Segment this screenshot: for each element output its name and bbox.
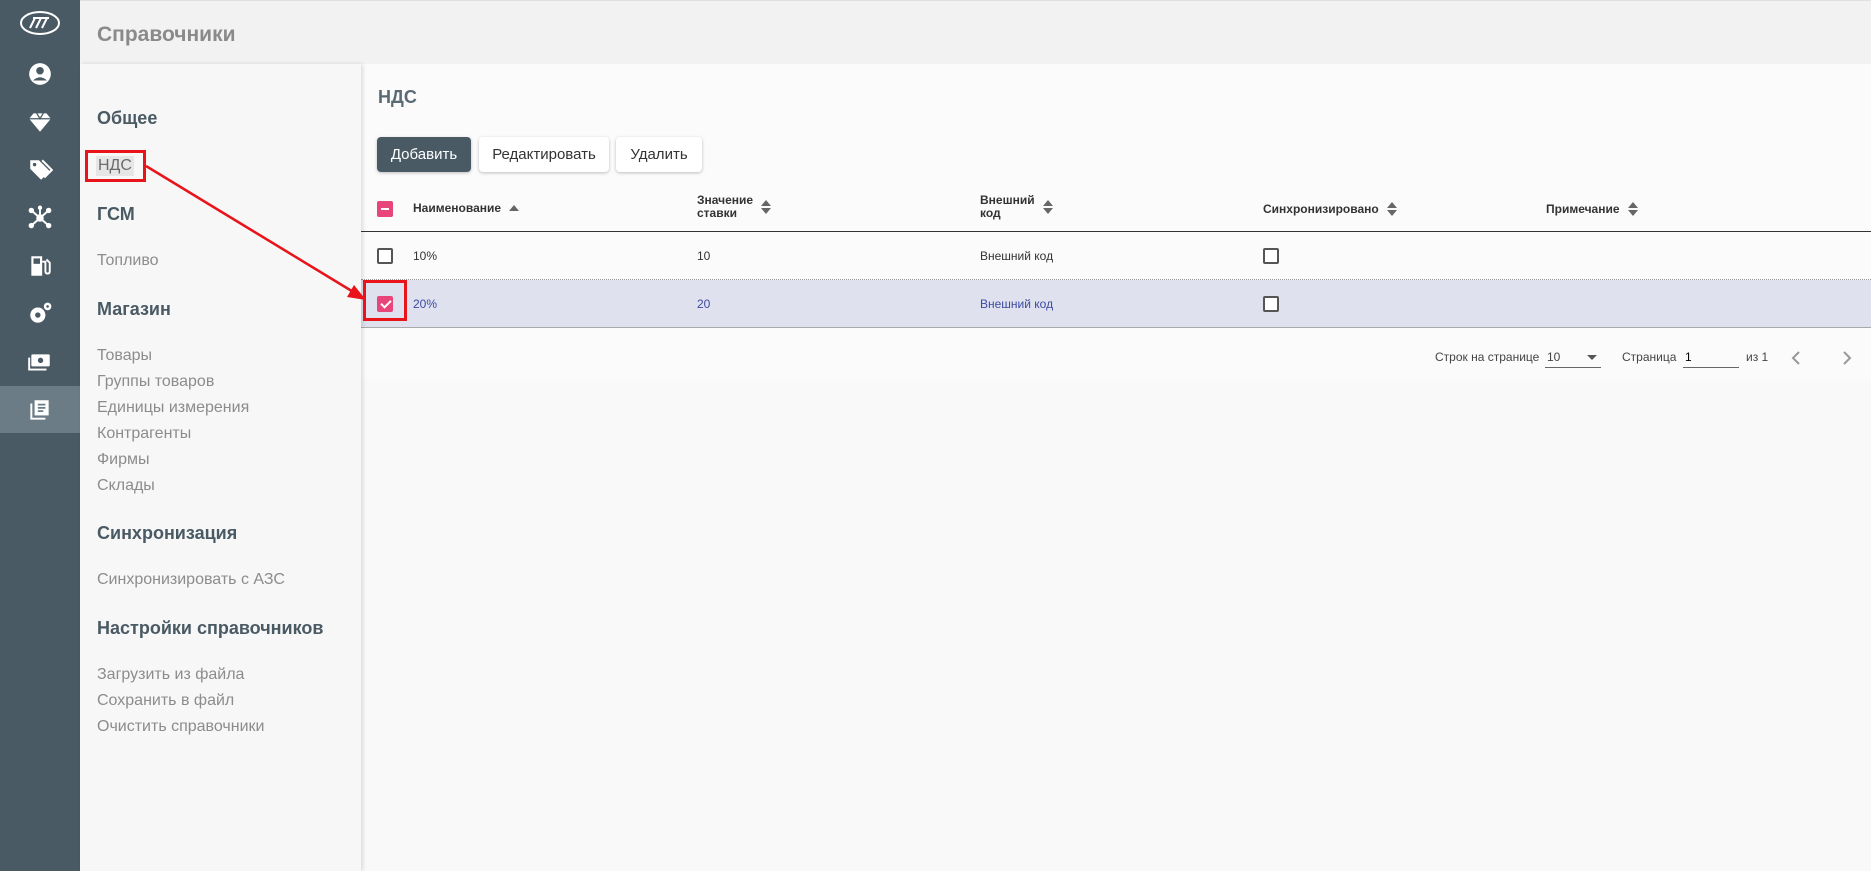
column-header-synced-label: Синхронизировано — [1263, 201, 1379, 216]
page-label: Страница — [1622, 350, 1677, 364]
user-icon[interactable] — [0, 50, 80, 98]
menu-item-units[interactable]: Единицы измерения — [97, 399, 249, 417]
menu-item-load-file[interactable]: Загрузить из файла — [97, 666, 244, 684]
cell-external-code: Внешний код — [980, 249, 1054, 263]
annotation-box-checkbox — [363, 280, 407, 321]
menu-section-fuel: ГСМ — [97, 204, 135, 224]
vat-panel: НДС Добавить Редактировать Удалить Наиме… — [361, 64, 1871, 380]
icon-rail — [0, 0, 80, 871]
prev-page-icon[interactable] — [1787, 348, 1807, 368]
menu-item-fuel[interactable]: Топливо — [97, 252, 159, 270]
pagination: Строк на странице 10 Страница из 1 — [361, 344, 1871, 374]
page-title: НДС — [378, 87, 417, 107]
menu-section-shop: Магазин — [97, 299, 171, 319]
column-header-name[interactable]: Наименование — [413, 201, 520, 215]
sort-icon — [1386, 202, 1397, 216]
logo-icon[interactable] — [19, 10, 61, 36]
menu-section-general: Общее — [97, 108, 158, 128]
sort-asc-icon — [509, 204, 520, 213]
annotation-box-vat — [85, 150, 146, 182]
column-header-note-label: Примечание — [1546, 201, 1620, 216]
synced-checkbox[interactable] — [1263, 296, 1279, 312]
cell-name: 20% — [413, 297, 438, 311]
rows-per-page-label: Строк на странице — [1435, 350, 1540, 364]
menu-item-clear[interactable]: Очистить справочники — [97, 718, 264, 736]
cell-name: 10% — [413, 249, 438, 263]
table-row[interactable]: 10% 10 Внешний код — [361, 232, 1871, 280]
next-page-icon[interactable] — [1836, 348, 1856, 368]
delete-button[interactable]: Удалить — [616, 137, 702, 172]
synced-checkbox[interactable] — [1263, 248, 1279, 264]
column-header-rate[interactable]: Значение ставки — [697, 194, 772, 220]
tags-icon[interactable] — [0, 146, 80, 194]
fuel-pump-icon[interactable] — [0, 242, 80, 290]
menu-section-settings: Настройки справочников — [97, 618, 324, 638]
menu-item-warehouses[interactable]: Склады — [97, 477, 155, 495]
column-header-synced[interactable]: Синхронизировано — [1263, 202, 1397, 216]
page-total-label: из 1 — [1746, 350, 1769, 364]
column-header-rate-line2: ставки — [697, 206, 737, 220]
cash-icon[interactable] — [0, 338, 80, 386]
table-header: Наименование Значение ставки Внешний код… — [361, 186, 1871, 232]
menu-item-sync-azs[interactable]: Синхронизировать с АЗС — [97, 571, 285, 589]
column-header-external-line2: код — [980, 206, 1001, 220]
edit-button[interactable]: Редактировать — [479, 137, 609, 172]
cell-rate: 20 — [697, 297, 711, 311]
rows-per-page-select[interactable]: 10 — [1545, 346, 1601, 368]
menu-item-counterparties[interactable]: Контрагенты — [97, 425, 191, 443]
sort-icon — [1627, 202, 1638, 216]
column-header-external-code[interactable]: Внешний код — [980, 194, 1053, 220]
reference-book-icon[interactable] — [0, 386, 80, 433]
column-header-name-label: Наименование — [413, 201, 502, 215]
menu-item-firms[interactable]: Фирмы — [97, 451, 150, 469]
sort-icon — [761, 200, 772, 214]
add-button[interactable]: Добавить — [377, 137, 471, 172]
column-header-note[interactable]: Примечание — [1546, 202, 1638, 216]
select-all-checkbox[interactable] — [377, 201, 393, 217]
network-icon[interactable] — [0, 194, 80, 242]
table-row[interactable]: 20% 20 Внешний код — [361, 280, 1871, 328]
diamond-icon[interactable] — [0, 98, 80, 146]
page-number-input[interactable] — [1683, 346, 1739, 368]
section-title: Справочники — [97, 23, 236, 46]
rows-per-page-value: 10 — [1547, 350, 1561, 364]
menu-item-goods-groups[interactable]: Группы товаров — [97, 373, 214, 391]
gear-icon[interactable] — [0, 290, 80, 338]
menu-item-save-file[interactable]: Сохранить в файл — [97, 692, 234, 710]
chevron-down-icon — [1587, 355, 1597, 360]
cell-external-code: Внешний код — [980, 297, 1054, 311]
menu-section-sync: Синхронизация — [97, 523, 238, 543]
top-header: Справочники — [80, 0, 1871, 64]
reference-menu: Общее НДС ГСМ Топливо Магазин Товары Гру… — [80, 64, 361, 871]
main-content: НДС Добавить Редактировать Удалить Наиме… — [361, 64, 1871, 871]
row-checkbox[interactable] — [377, 248, 393, 264]
sort-icon — [1042, 200, 1053, 214]
menu-item-goods[interactable]: Товары — [97, 347, 152, 365]
cell-rate: 10 — [697, 249, 711, 263]
